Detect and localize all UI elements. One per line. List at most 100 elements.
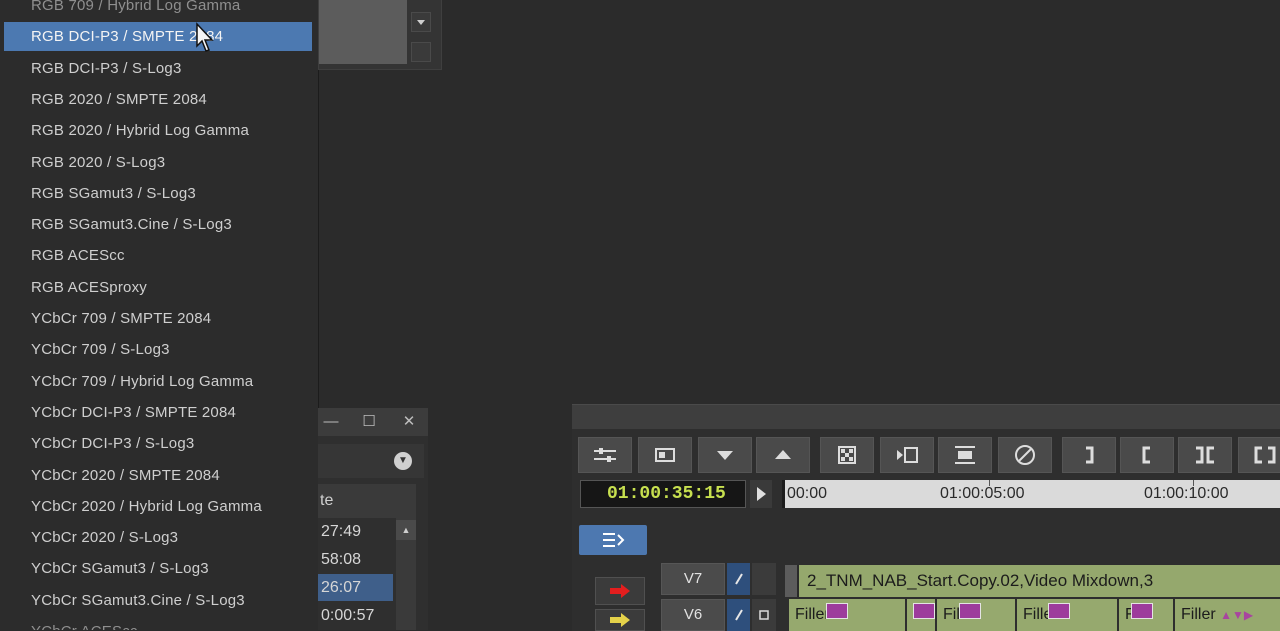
menu-item[interactable]: YCbCr SGamut3.Cine / S-Log3 [4, 586, 312, 615]
timeline-ruler[interactable]: 00:00 01:00:05:00 01:00:10:00 [782, 480, 1280, 508]
stack-icon [955, 446, 975, 464]
mark-out-button[interactable] [1062, 437, 1116, 473]
mark-clip-button[interactable] [1178, 437, 1232, 473]
effect-mode-button[interactable] [820, 437, 874, 473]
triangle-up-icon [775, 450, 791, 459]
track-menu-button[interactable] [579, 525, 647, 555]
clip-head [785, 565, 797, 597]
column-header[interactable]: te [318, 484, 416, 518]
timeline-clip[interactable]: 2_TNM_NAB_Start.Copy.02,Video Mixdown,3 [797, 565, 1280, 597]
menu-item[interactable]: YCbCr 709 / Hybrid Log Gamma [4, 367, 312, 396]
panel-preview-area [319, 0, 407, 64]
bin-row[interactable]: 27:49 [318, 518, 393, 545]
scroll-up-icon[interactable]: ▲ [396, 520, 416, 540]
close-button[interactable]: ✕ [396, 412, 422, 432]
triangle-down-icon [717, 451, 733, 460]
disable-button[interactable] [998, 437, 1052, 473]
play-icon [757, 487, 766, 501]
render-button[interactable] [880, 437, 934, 473]
sliders-icon [594, 448, 616, 462]
menu-item[interactable]: RGB DCI-P3 / SMPTE 2084 [4, 22, 312, 52]
mark-clip-icon [1196, 446, 1214, 464]
track-monitor-button[interactable] [752, 599, 776, 631]
pencil-icon [734, 573, 743, 585]
track-label-v6[interactable]: V6 [661, 599, 725, 631]
chevron-down-icon [417, 20, 425, 25]
clear-marks-icon [1254, 446, 1276, 464]
color-space-dropdown-menu: RGB 709 / Hybrid Log Gamma RGB DCI-P3 / S… [0, 0, 319, 630]
square-icon [759, 610, 769, 620]
menu-item[interactable]: YCbCr 2020 / SMPTE 2084 [4, 461, 312, 490]
dropdown-arrow-button[interactable] [411, 12, 431, 32]
extract-button[interactable] [756, 437, 810, 473]
bin-row[interactable]: 26:07 [318, 574, 393, 601]
effect-icon [959, 602, 982, 619]
effect-icon [1048, 602, 1071, 619]
bracket-right-icon [1086, 446, 1094, 464]
pencil-icon [734, 609, 743, 621]
menu-item[interactable]: RGB SGamut3 / S-Log3 [4, 179, 312, 208]
menu-item[interactable]: RGB 709 / Hybrid Log Gamma [4, 0, 312, 20]
ruler-label: 01:00:05:00 [940, 485, 1025, 502]
filler-clip[interactable]: F [1117, 599, 1173, 631]
record-track-button[interactable] [595, 577, 645, 605]
filler-clip[interactable]: Fill [935, 599, 1015, 631]
toggle-source-button[interactable] [638, 437, 692, 473]
filler-clip[interactable]: Fille [1015, 599, 1117, 631]
menu-item[interactable]: YCbCr 2020 / Hybrid Log Gamma [4, 492, 312, 521]
filler-clip[interactable]: Filler ▲▼▶ [1173, 599, 1280, 631]
no-entry-icon [1015, 445, 1035, 465]
menu-item[interactable]: YCbCr 709 / S-Log3 [4, 335, 312, 364]
bin-menu-button[interactable]: ▼ [394, 452, 412, 470]
bracket-left-icon [1142, 446, 1150, 464]
bin-toolbar: ▼ [318, 444, 424, 478]
bin-row[interactable]: 58:08 [318, 546, 393, 573]
list-icon [603, 533, 625, 547]
secondary-button[interactable] [411, 42, 431, 62]
timeline-titlebar [572, 405, 1280, 429]
mark-in-button[interactable] [1120, 437, 1174, 473]
maximize-button[interactable]: ☐ [356, 412, 382, 432]
patch-track-button[interactable] [595, 609, 645, 631]
filler-label: Filler [1181, 606, 1216, 623]
collapse-button[interactable] [938, 437, 992, 473]
arrow-right-icon [610, 584, 630, 598]
menu-item[interactable]: RGB DCI-P3 / S-Log3 [4, 54, 312, 83]
monitor-icon [655, 448, 675, 462]
track-label-v7[interactable]: V7 [661, 563, 725, 595]
track-monitor-button[interactable] [752, 563, 776, 595]
bin-scrollbar[interactable]: ▲ [396, 518, 416, 630]
timeline-window: 01:00:35:15 00:00 01:00:05:00 01:00:10:0… [572, 404, 1280, 631]
effect-icon [913, 602, 935, 619]
lift-button[interactable] [698, 437, 752, 473]
timecode-display[interactable]: 01:00:35:15 [580, 480, 746, 508]
menu-item[interactable]: YCbCr DCI-P3 / S-Log3 [4, 429, 312, 458]
filler-label: Filler [795, 606, 830, 623]
menu-item[interactable]: RGB 2020 / Hybrid Log Gamma [4, 116, 312, 145]
minimize-button[interactable]: — [318, 412, 344, 432]
menu-item[interactable]: RGB ACEScc [4, 241, 312, 270]
effect-icon [825, 602, 848, 619]
play-to-frame-icon [897, 447, 918, 463]
ruler-label: 00:00 [787, 485, 828, 502]
effect-icon [1130, 602, 1153, 619]
menu-item[interactable]: RGB SGamut3.Cine / S-Log3 [4, 210, 312, 239]
menu-item[interactable]: YCbCr ACEScc [4, 617, 312, 630]
menu-item[interactable]: RGB 2020 / S-Log3 [4, 148, 312, 177]
sync-lock-button[interactable] [727, 599, 750, 631]
menu-item[interactable]: RGB 2020 / SMPTE 2084 [4, 85, 312, 114]
clear-marks-button[interactable] [1238, 437, 1280, 473]
filler-clip[interactable]: Filler [787, 599, 905, 631]
menu-item[interactable]: YCbCr 2020 / S-Log3 [4, 523, 312, 552]
bin-row[interactable]: 0:00:57 [318, 602, 393, 629]
filler-clip[interactable] [905, 599, 935, 631]
ruler-label: 01:00:10:00 [1144, 485, 1229, 502]
menu-item[interactable]: RGB ACESproxy [4, 273, 312, 302]
menu-item[interactable]: YCbCr DCI-P3 / SMPTE 2084 [4, 398, 312, 427]
menu-item[interactable]: YCbCr 709 / SMPTE 2084 [4, 304, 312, 333]
menu-item[interactable]: YCbCr SGamut3 / S-Log3 [4, 554, 312, 583]
timecode-play-button[interactable] [750, 480, 772, 508]
sync-lock-button[interactable] [727, 563, 750, 595]
track-settings-button[interactable] [578, 437, 632, 473]
mouse-cursor-icon [196, 22, 214, 52]
